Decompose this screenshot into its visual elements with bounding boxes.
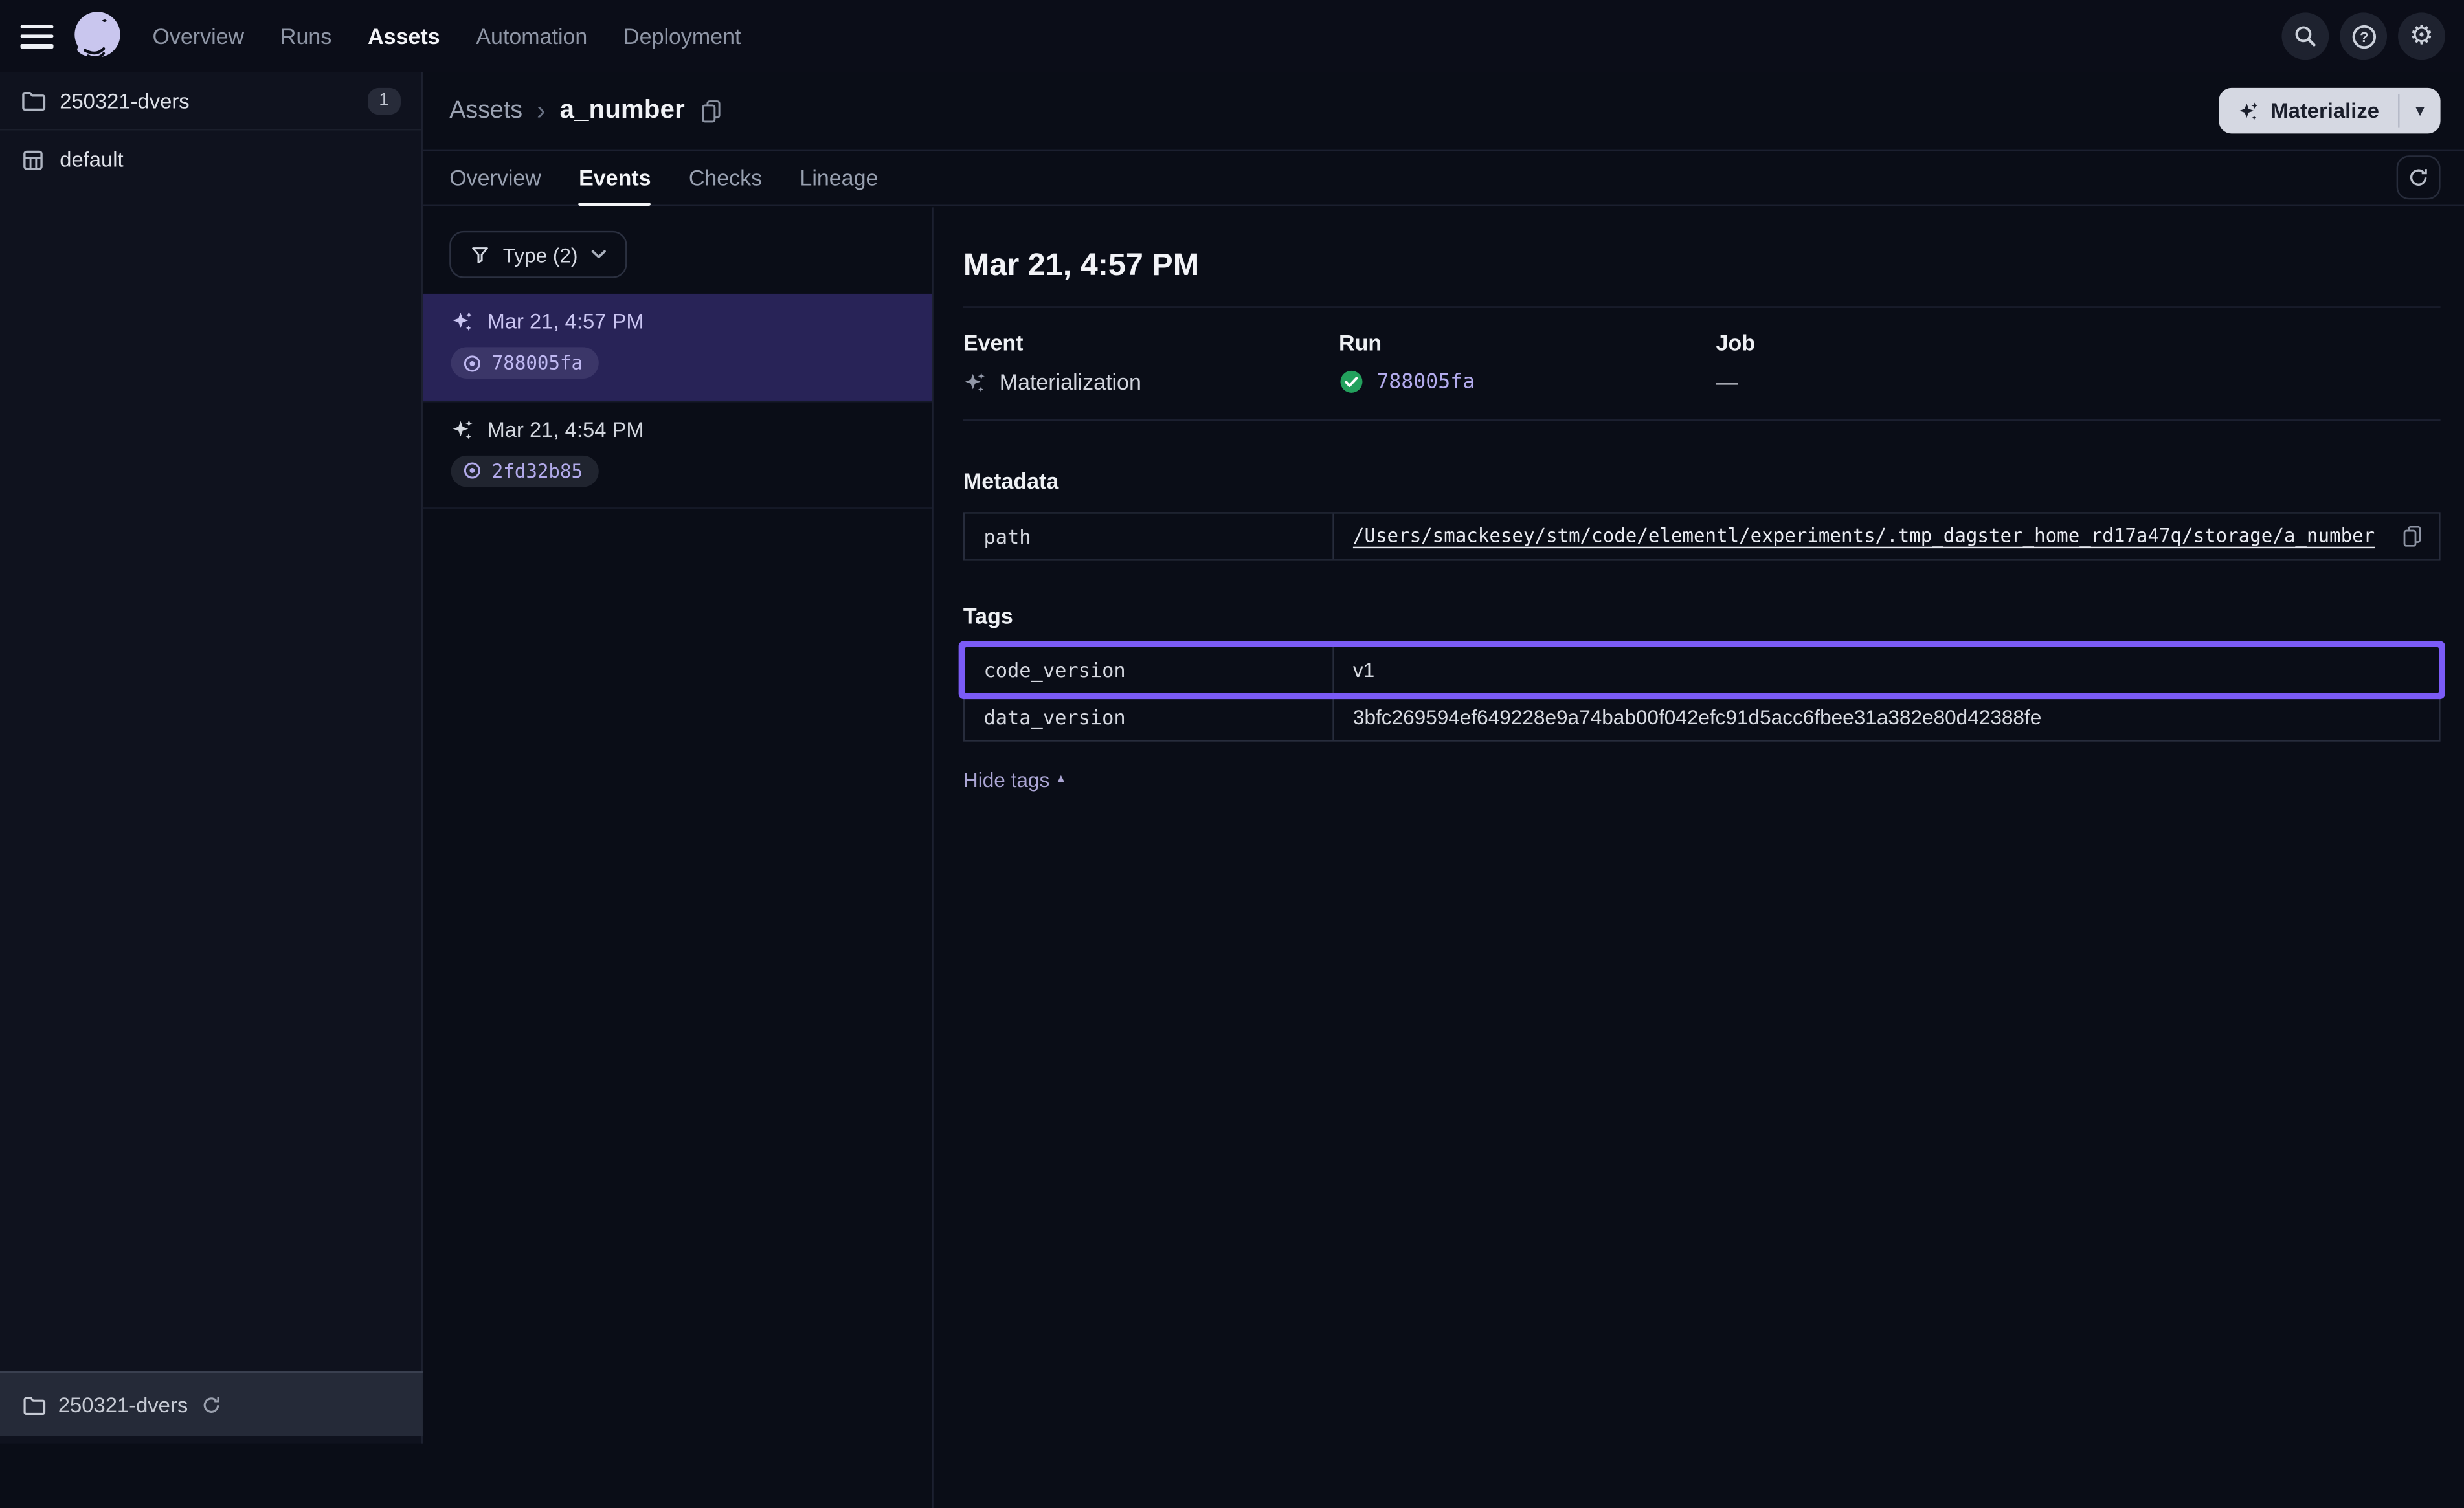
sync-icon [201,1394,221,1415]
filter-icon [470,244,491,265]
materialization-sparkle-icon [451,309,475,333]
help-icon: ? [2350,23,2377,49]
event-detail-panel: Mar 21, 4:57 PM Event Materialization [934,207,2464,1508]
tag-key: code_version [965,648,1334,693]
event-detail-title: Mar 21, 4:57 PM [963,247,2441,284]
breadcrumb-root-link[interactable]: Assets [449,96,522,125]
event-type-filter-button[interactable]: Type (2) [449,231,627,278]
tags-table: code_version v1 data_version 3bfc269594e… [963,646,2441,742]
copy-icon [2401,525,2423,547]
tag-row-data-version: data_version 3bfc269594ef649228e9a74bab0… [965,693,2439,740]
chevron-down-icon [590,250,606,260]
event-list-panel: Type (2) Mar 21, 4:57 PM [423,207,934,1508]
nav-item-assets[interactable]: Assets [368,23,440,49]
run-label: Run [1339,330,1716,355]
metadata-heading: Metadata [963,468,2441,493]
materialize-label: Materialize [2270,99,2379,122]
tags-heading: Tags [963,603,2441,628]
event-list-item[interactable]: Mar 21, 4:57 PM 788005fa [423,294,932,401]
triangle-up-icon: ▴ [1057,773,1064,788]
footer-location-label: 250321-dvers [58,1393,188,1416]
tab-overview[interactable]: Overview [449,151,541,205]
run-id-badge[interactable]: 2fd32b85 [451,455,599,487]
footer-sync-button[interactable] [201,1394,221,1415]
folder-icon [22,1393,45,1416]
search-icon [2292,23,2318,49]
nav-item-automation[interactable]: Automation [476,23,587,49]
materialization-sparkle-icon [451,417,475,440]
materialization-icon [963,370,987,394]
event-label: Event [963,330,1339,355]
run-id-badge[interactable]: 788005fa [451,347,599,379]
run-status-icon [462,460,483,481]
group-name: default [60,148,123,171]
top-nav-actions: ? ⚙ [2281,12,2464,60]
materialize-split-button: Materialize ▾ [2219,88,2440,133]
caret-down-icon: ▾ [2415,100,2424,121]
job-value: — [1716,369,1738,394]
sparkle-icon [2237,100,2259,122]
metadata-path-link[interactable]: /Users/smackesey/stm/code/elementl/exper… [1353,525,2375,547]
event-time: Mar 21, 4:54 PM [487,417,644,440]
hamburger-menu-button[interactable] [21,25,54,48]
sync-icon [2408,166,2430,188]
dagster-asset-events-page: Overview Runs Assets Automation Deployme… [0,0,2464,1508]
tag-value: 3bfc269594ef649228e9a74bab00f042efc91d5a… [1353,705,2041,729]
metadata-row: path /Users/smackesey/stm/code/elementl/… [965,513,2439,559]
top-nav: Overview Runs Assets Automation Deployme… [0,0,2464,72]
asset-page: Assets › a_number Materi [423,72,2464,1508]
asset-group-icon [21,147,46,172]
copy-asset-name-button[interactable] [699,99,722,122]
folder-icon [21,88,46,113]
svg-text:?: ? [2359,28,2368,45]
run-id-link[interactable]: 788005fa [1376,370,1475,394]
filter-label: Type (2) [503,243,578,266]
hide-tags-link[interactable]: Hide tags ▴ [963,768,1064,792]
help-button[interactable]: ? [2340,12,2387,60]
materialize-button[interactable]: Materialize [2219,88,2398,133]
copy-path-button[interactable] [2401,525,2423,547]
dagster-logo-icon [69,8,126,64]
materialize-dropdown-caret[interactable]: ▾ [2399,88,2440,133]
tab-checks[interactable]: Checks [689,151,762,205]
sidebar-item-code-location[interactable]: 250321-dvers 1 [0,72,421,131]
metadata-key: path [965,513,1334,559]
nav-item-overview[interactable]: Overview [152,23,244,49]
settings-button[interactable]: ⚙ [2398,12,2445,60]
sidebar-footer: 250321-dvers [0,1371,423,1436]
breadcrumb: Assets › a_number [449,96,722,126]
asset-tabs: Overview Events Checks Lineage [423,151,2464,206]
event-list-item[interactable]: Mar 21, 4:54 PM 2fd32b85 [423,401,932,509]
refresh-button[interactable] [2397,155,2441,199]
event-summary-row: Event Materialization Run [963,330,2441,395]
event-time: Mar 21, 4:57 PM [487,309,644,333]
divider [963,419,2441,421]
search-button[interactable] [2281,12,2329,60]
event-type-value: Materialization [1000,369,1141,394]
tag-row-code-version: code_version v1 [965,648,2439,693]
asset-catalog-sidebar: 250321-dvers 1 default [0,72,423,1444]
run-status-icon [462,353,483,373]
tab-lineage[interactable]: Lineage [800,151,878,205]
tag-value: v1 [1353,659,1374,682]
page-title: a_number [560,96,685,126]
status-success-icon [1339,369,1364,394]
asset-count-badge: 1 [367,87,401,114]
sidebar-item-group[interactable]: default [0,130,421,188]
divider [963,306,2441,307]
gear-icon: ⚙ [2410,23,2434,49]
dagster-logo[interactable] [69,8,126,64]
breadcrumb-separator-icon: › [537,97,546,124]
nav-item-runs[interactable]: Runs [280,23,331,49]
primary-nav: Overview Runs Assets Automation Deployme… [152,23,741,49]
tab-events[interactable]: Events [579,151,651,205]
job-label: Job [1716,330,2441,355]
nav-item-deployment[interactable]: Deployment [623,23,741,49]
code-location-name: 250321-dvers [60,89,189,112]
metadata-table: path /Users/smackesey/stm/code/elementl/… [963,511,2441,560]
asset-page-header: Assets › a_number Materi [423,72,2464,151]
tag-key: data_version [965,694,1334,740]
copy-icon [699,99,722,122]
